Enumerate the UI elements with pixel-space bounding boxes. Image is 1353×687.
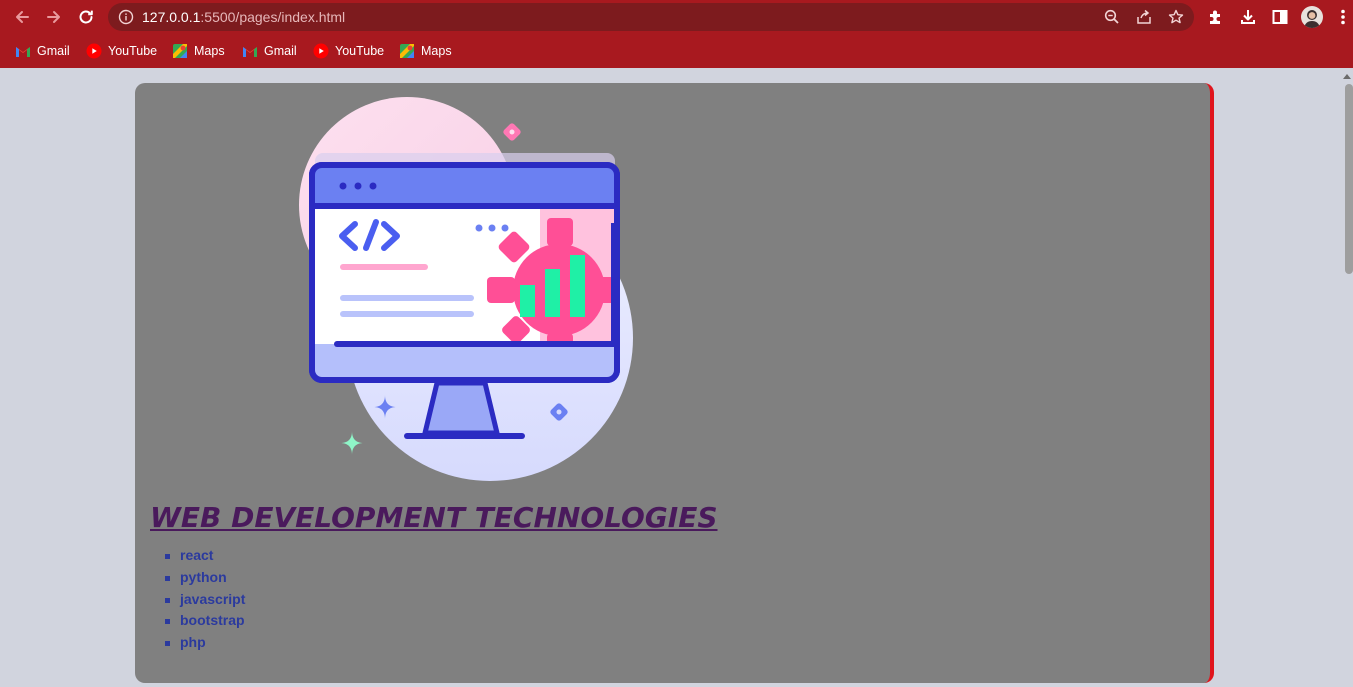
list-item: javascript (164, 589, 245, 611)
list-item: python (164, 567, 245, 589)
back-button[interactable] (10, 5, 34, 29)
avatar-icon (1304, 10, 1320, 28)
page-title: WEB DEVELOPMENT TECHNOLOGIES (150, 501, 718, 534)
youtube-icon (86, 43, 102, 59)
content-card: WEB DEVELOPMENT TECHNOLOGIES react pytho… (135, 83, 1214, 683)
bookmark-maps[interactable]: Maps (399, 41, 452, 61)
bookmark-label: YouTube (108, 44, 158, 58)
list-item: react (164, 545, 245, 567)
maps-icon (399, 43, 415, 59)
address-bar[interactable]: 127.0.0.1:5500/pages/index.html (108, 3, 1194, 31)
technology-list: react python javascript bootstrap php (164, 545, 245, 654)
side-panel-button[interactable] (1269, 6, 1291, 28)
gmail-icon (242, 43, 258, 59)
list-item: bootstrap (164, 610, 245, 632)
web-development-illustration (299, 97, 633, 481)
url-host: 127.0.0.1 (142, 9, 201, 25)
scroll-thumb[interactable] (1345, 84, 1353, 274)
bookmarks-bar: Gmail YouTube Maps Gmail YouTube Maps (0, 34, 1353, 68)
bookmark-maps[interactable]: Maps (172, 41, 225, 61)
forward-button[interactable] (42, 5, 66, 29)
arrow-right-icon (47, 11, 60, 23)
scroll-up-arrow[interactable] (1343, 74, 1351, 79)
bookmark-label: Maps (421, 44, 452, 58)
zoom-icon (1104, 9, 1119, 24)
maps-icon (172, 43, 188, 59)
youtube-icon (313, 43, 329, 59)
share-button[interactable] (1135, 8, 1153, 26)
bookmark-label: Gmail (264, 44, 297, 58)
bookmark-youtube[interactable]: YouTube (86, 41, 157, 61)
bookmark-youtube[interactable]: YouTube (313, 41, 384, 61)
profile-avatar[interactable] (1301, 6, 1323, 28)
bookmark-label: Maps (194, 44, 225, 58)
star-icon (1168, 9, 1184, 24)
browser-toolbar: 127.0.0.1:5500/pages/index.html (0, 0, 1353, 34)
zoom-button[interactable] (1103, 8, 1121, 26)
url-path: :5500/pages/index.html (200, 9, 346, 25)
bookmark-label: Gmail (37, 44, 70, 58)
extensions-button[interactable] (1205, 6, 1227, 28)
site-info-icon[interactable] (118, 9, 134, 25)
url-text[interactable]: 127.0.0.1:5500/pages/index.html (142, 9, 345, 25)
downloads-button[interactable] (1237, 6, 1259, 28)
browser-menu-button[interactable] (1333, 6, 1353, 28)
bookmark-gmail[interactable]: Gmail (242, 41, 297, 61)
bookmark-gmail[interactable]: Gmail (15, 41, 70, 61)
bookmark-label: YouTube (335, 44, 385, 58)
reload-button[interactable] (74, 5, 98, 29)
reload-icon (79, 10, 93, 24)
arrow-left-icon (16, 11, 29, 23)
side-panel-icon (1272, 10, 1288, 24)
menu-dots-icon (1341, 9, 1345, 25)
share-icon (1137, 9, 1151, 24)
bookmark-star-button[interactable] (1167, 8, 1185, 26)
gmail-icon (15, 43, 31, 59)
download-icon (1241, 10, 1255, 24)
list-item: php (164, 632, 245, 654)
extensions-icon (1210, 10, 1220, 24)
